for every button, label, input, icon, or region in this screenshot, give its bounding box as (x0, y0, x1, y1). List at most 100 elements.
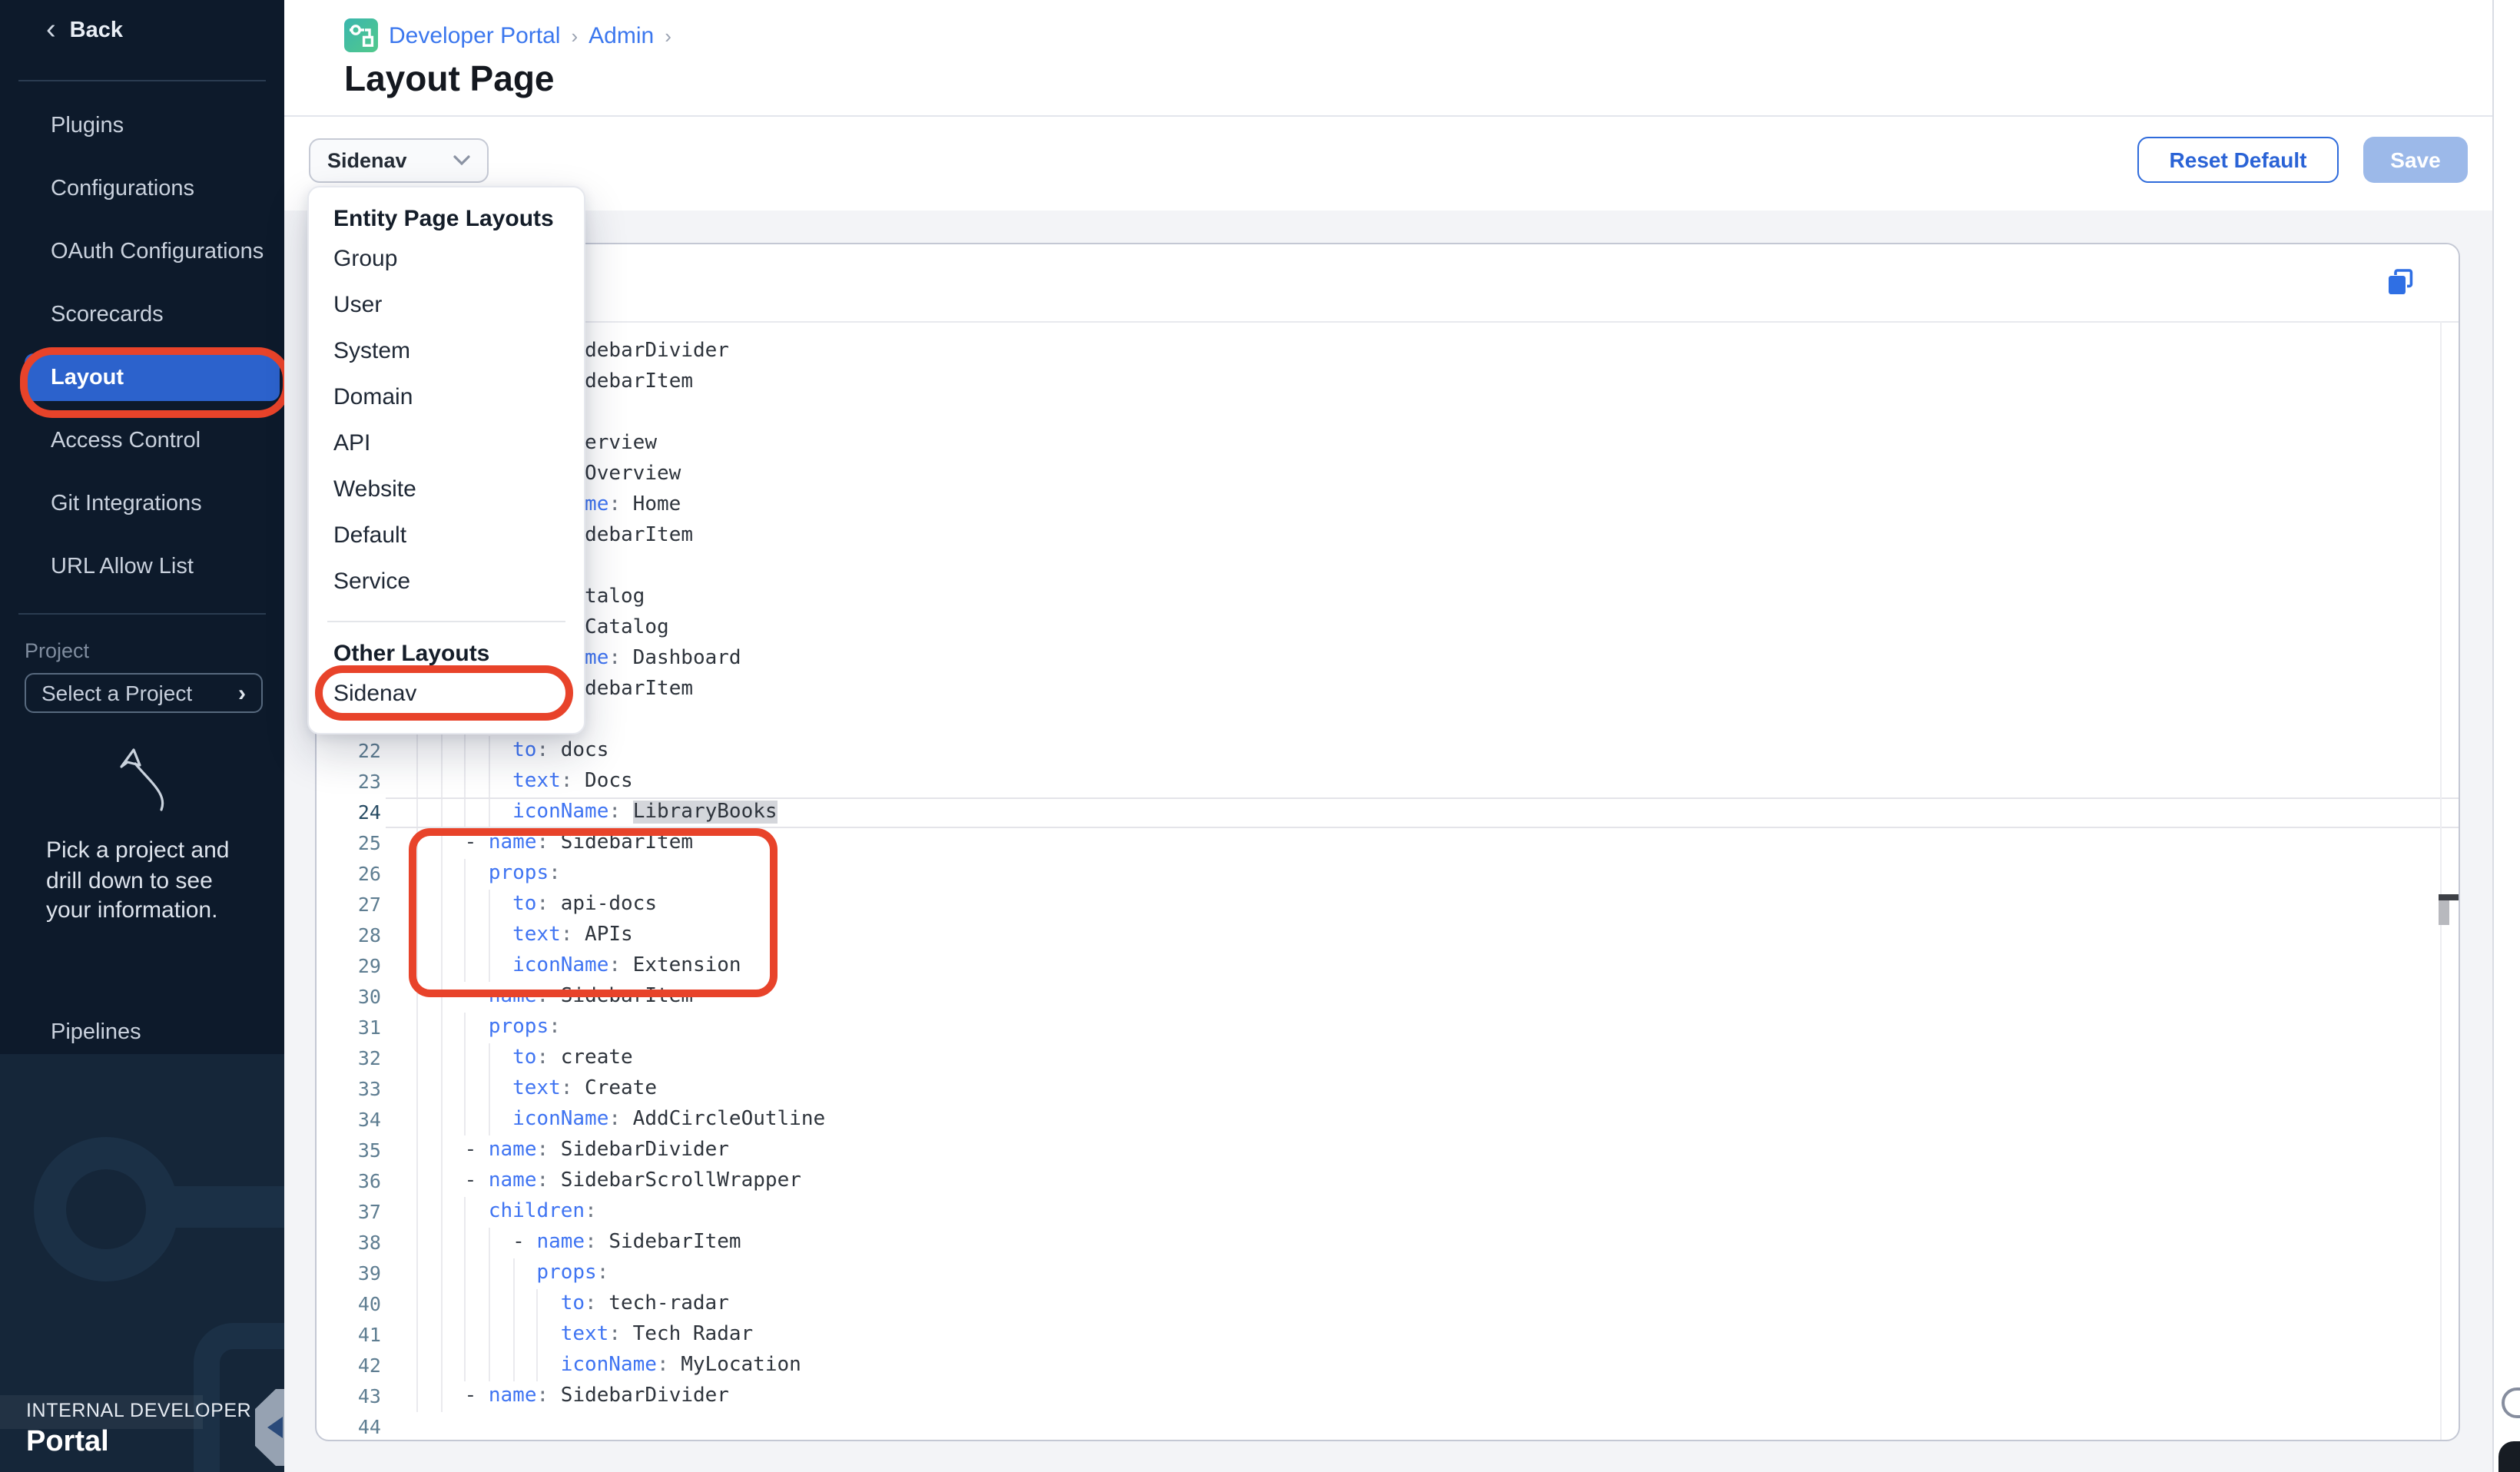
line-number: 38 (317, 1228, 386, 1258)
code-line-43[interactable]: 43 - name: SidebarDivider (317, 1381, 2459, 1412)
sidebar-item-git-integrations[interactable]: Git Integrations (0, 472, 284, 535)
reset-default-button[interactable]: Reset Default (2137, 137, 2339, 183)
admin-sidebar: ‹ Back Plugins ConfigurationsOAuth Config… (0, 0, 284, 1472)
sidebar-item-url-allow-list[interactable]: URL Allow List (0, 535, 284, 598)
line-content: - name: SidebarDivider (386, 1381, 729, 1412)
code-line-33[interactable]: 33 text: Create (317, 1074, 2459, 1105)
code-line-23[interactable]: 23 text: Docs (317, 767, 2459, 797)
project-hint-text: Pick a project and drill down to see you… (46, 836, 261, 926)
line-content: - name: SidebarItem (386, 1228, 741, 1258)
code-line-32[interactable]: 32 to: create (317, 1043, 2459, 1074)
line-number: 31 (317, 1013, 386, 1043)
code-line-29[interactable]: 29 iconName: Extension (317, 951, 2459, 982)
code-line-35[interactable]: 35 - name: SidebarDivider (317, 1135, 2459, 1166)
code-line-37[interactable]: 37 children: (317, 1197, 2459, 1228)
editor-toolbar (317, 244, 2459, 323)
code-line-39[interactable]: 39 props: (317, 1258, 2459, 1289)
sidebar-item-scorecards[interactable]: Scorecards (0, 283, 284, 346)
code-line-16[interactable]: 16 props: (317, 552, 2459, 582)
code-line-13[interactable]: 13 text: Overview (317, 459, 2459, 490)
chevron-right-icon: › (238, 680, 246, 706)
code-line-14[interactable]: 14 iconName: Home (317, 490, 2459, 521)
menu-item-default[interactable]: Default (309, 513, 584, 559)
play-triangle-icon (267, 1417, 283, 1438)
code-line-20[interactable]: 20 - name: SidebarItem (317, 675, 2459, 705)
line-number: 26 (317, 859, 386, 890)
breadcrumb-link-admin[interactable]: Admin (589, 22, 654, 48)
page-header: Developer Portal › Admin › Layout Page (284, 0, 2520, 117)
code-line-10[interactable]: 10 - name: SidebarItem (317, 367, 2459, 398)
line-number: 23 (317, 767, 386, 797)
corner-widget (2498, 1441, 2520, 1472)
breadcrumb-link-developer-portal[interactable]: Developer Portal (389, 22, 560, 48)
code-line-36[interactable]: 36 - name: SidebarScrollWrapper (317, 1166, 2459, 1197)
code-line-22[interactable]: 22 to: docs (317, 736, 2459, 767)
code-line-24[interactable]: 24 iconName: LibraryBooks (317, 797, 2459, 828)
code-line-30[interactable]: 30 - name: SidebarItem (317, 982, 2459, 1013)
code-line-19[interactable]: 19 iconName: Dashboard (317, 644, 2459, 675)
menu-item-domain[interactable]: Domain (309, 375, 584, 421)
line-content: - name: SidebarDivider (386, 1135, 729, 1166)
code-line-40[interactable]: 40 to: tech-radar (317, 1289, 2459, 1320)
layout-toolbar: Sidenav Reset Default Save (284, 117, 2520, 212)
line-content (386, 1412, 416, 1441)
menu-item-user[interactable]: User (309, 283, 584, 329)
screen: ‹ Back Plugins ConfigurationsOAuth Config… (0, 0, 2520, 1472)
editor-scrollbar-thumb[interactable] (2439, 900, 2449, 925)
sidebar-item-layout[interactable]: Layout (0, 346, 284, 409)
line-number: 34 (317, 1105, 386, 1135)
code-line-11[interactable]: 11 props: (317, 398, 2459, 429)
menu-item-system[interactable]: System (309, 329, 584, 375)
code-editor[interactable]: 9 - name: SidebarDivider10 - name: Sideb… (317, 321, 2459, 1440)
sidebar-item-configurations[interactable]: Configurations (0, 157, 284, 220)
sidebar-nav: Plugins ConfigurationsOAuth Configuration… (0, 94, 284, 598)
copy-icon[interactable] (2385, 267, 2416, 298)
code-line-38[interactable]: 38 - name: SidebarItem (317, 1228, 2459, 1258)
sidebar-item-access-control[interactable]: Access Control (0, 409, 284, 472)
project-select[interactable]: Select a Project › (25, 673, 263, 713)
layout-type-select[interactable]: Sidenav (309, 138, 489, 183)
sidebar-item-label: URL Allow List (51, 554, 194, 579)
line-content: iconName: MyLocation (386, 1351, 801, 1381)
menu-item-service[interactable]: Service (309, 559, 584, 605)
line-number: 29 (317, 951, 386, 982)
breadcrumb: Developer Portal › Admin › (344, 18, 671, 52)
code-line-26[interactable]: 26 props: (317, 859, 2459, 890)
code-line-15[interactable]: 15 - name: SidebarItem (317, 521, 2459, 552)
line-number: 22 (317, 736, 386, 767)
code-line-41[interactable]: 41 text: Tech Radar (317, 1320, 2459, 1351)
menu-item-sidenav[interactable]: Sidenav (309, 671, 584, 718)
code-line-9[interactable]: 9 - name: SidebarDivider (317, 337, 2459, 367)
code-line-42[interactable]: 42 iconName: MyLocation (317, 1351, 2459, 1381)
code-line-18[interactable]: 18 text: Catalog (317, 613, 2459, 644)
code-line-27[interactable]: 27 to: api-docs (317, 890, 2459, 920)
sidebar-item-label: Plugins (51, 113, 124, 138)
sidebar-divider-project (18, 613, 266, 615)
code-line-34[interactable]: 34 iconName: AddCircleOutline (317, 1105, 2459, 1135)
line-number: 33 (317, 1074, 386, 1105)
line-content: to: docs (386, 736, 608, 767)
code-line-28[interactable]: 28 text: APIs (317, 920, 2459, 951)
back-button[interactable]: ‹ Back (46, 17, 123, 45)
line-content: iconName: Extension (386, 951, 741, 982)
code-line-17[interactable]: 17 to: catalog (317, 582, 2459, 613)
menu-item-website[interactable]: Website (309, 467, 584, 513)
code-line-31[interactable]: 31 props: (317, 1013, 2459, 1043)
code-line-21[interactable]: 21 props: (317, 705, 2459, 736)
sidebar-item-plugins[interactable]: Plugins (0, 94, 284, 157)
save-button[interactable]: Save (2363, 137, 2468, 183)
menu-item-api[interactable]: API (309, 421, 584, 467)
code-line-12[interactable]: 12 to: overview (317, 429, 2459, 459)
sidebar-item-pipelines[interactable]: Pipelines (51, 1020, 141, 1045)
code-line-44[interactable]: 44 (317, 1412, 2459, 1441)
code-line-25[interactable]: 25 - name: SidebarItem (317, 828, 2459, 859)
project-select-value: Select a Project (41, 681, 192, 705)
editor-scrollbar-track (2440, 321, 2442, 1440)
line-number: 36 (317, 1166, 386, 1197)
menu-item-group[interactable]: Group (309, 237, 584, 283)
page-title: Layout Page (344, 58, 555, 100)
sidebar-item-oauth-configurations[interactable]: OAuth Configurations (0, 220, 284, 283)
line-number: 39 (317, 1258, 386, 1289)
line-content: iconName: AddCircleOutline (386, 1105, 825, 1135)
line-number: 42 (317, 1351, 386, 1381)
